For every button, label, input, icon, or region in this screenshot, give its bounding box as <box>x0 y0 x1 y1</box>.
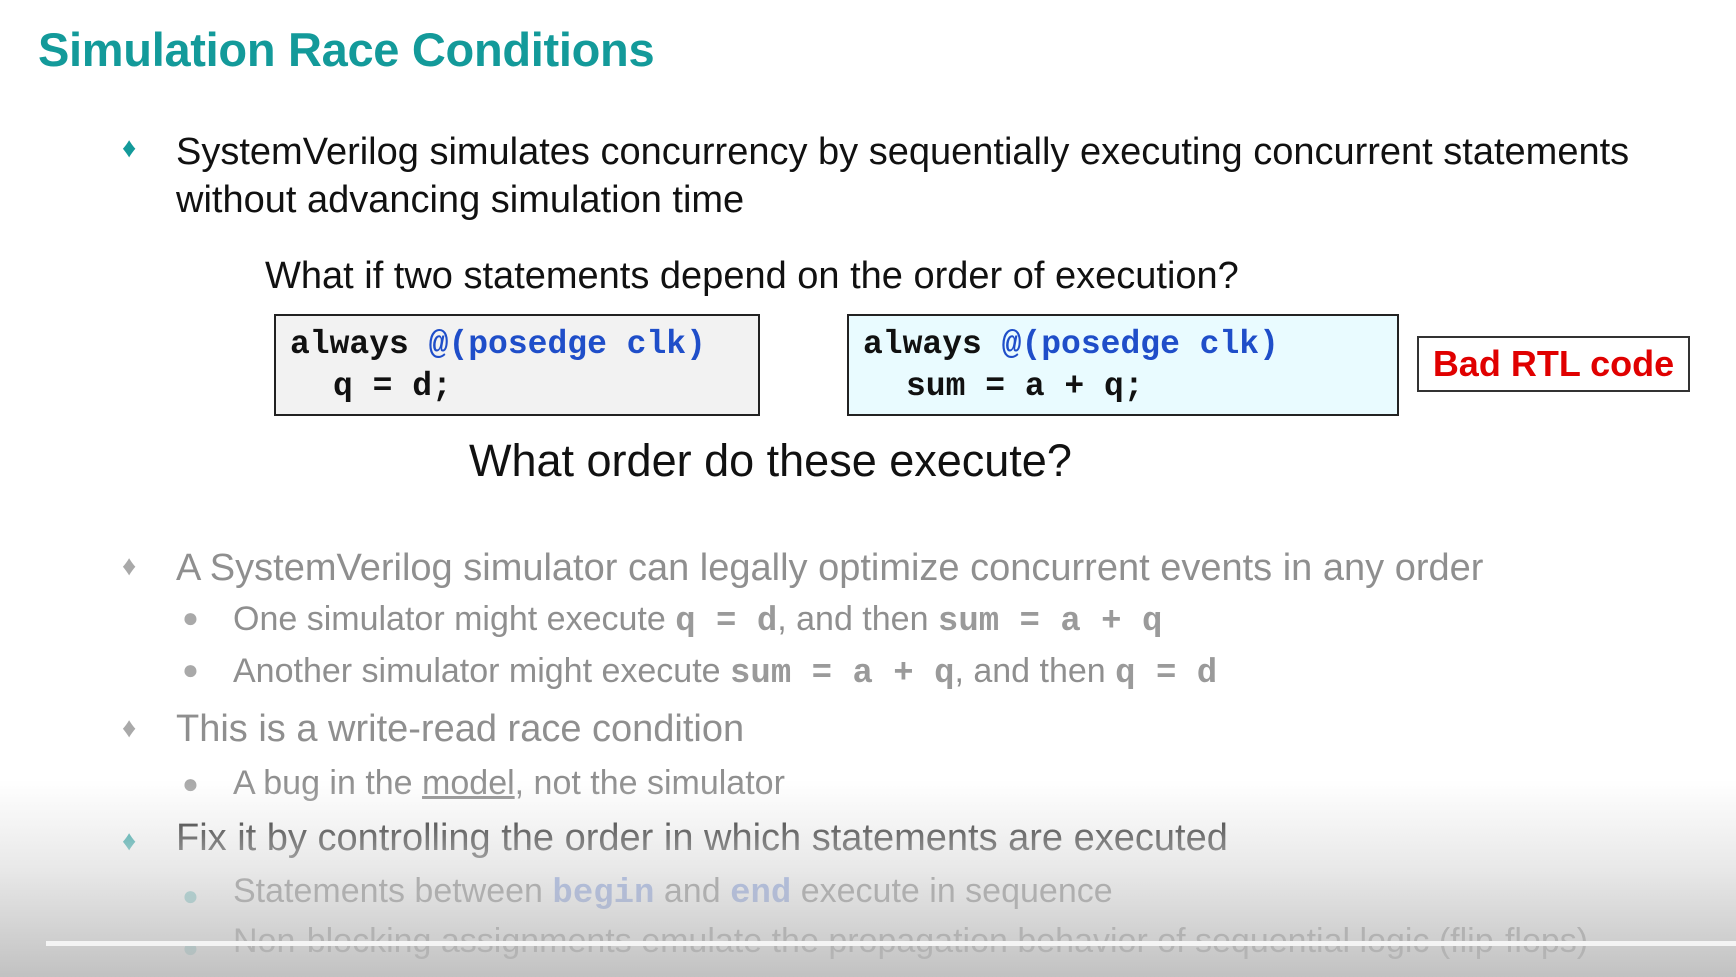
code-keyword: always <box>863 326 982 363</box>
code-statement: q = d; <box>333 368 452 405</box>
sub-text: Statements between <box>233 872 553 910</box>
code-statement: sum = a + q; <box>906 368 1144 405</box>
bullet-3-text: This is a write-read race condition <box>176 708 745 750</box>
sub-bullet-dot-icon: ● <box>182 932 199 963</box>
bullet-2-sub-1: One simulator might execute q = d, and t… <box>233 600 1162 641</box>
sub-text: , and then <box>954 652 1116 690</box>
execution-order-question: What order do these execute? <box>469 435 1072 486</box>
sub-bullet-dot-icon: ● <box>182 602 199 633</box>
sub-text: One simulator might execute <box>233 600 676 638</box>
diamond-bullet-icon: ♦ <box>122 132 137 163</box>
inline-code: q = d <box>675 603 778 641</box>
sub-text: , not the simulator <box>514 764 785 802</box>
bullet-1-line-1: SystemVerilog simulates concurrency by s… <box>176 131 1630 173</box>
bullet-2-sub-2: Another simulator might execute sum = a … <box>233 652 1217 693</box>
code-block-right: always @(posedge clk) sum = a + q; <box>847 314 1399 416</box>
sub-text: and <box>654 872 731 910</box>
code-event: @(posedge clk) <box>1001 326 1279 363</box>
sub-bullet-dot-icon: ● <box>182 880 199 911</box>
bullet-3-sub-1: A bug in the model, not the simulator <box>233 764 785 803</box>
video-progress-bar[interactable] <box>46 941 1736 946</box>
sub-text: execute in sequence <box>791 872 1113 910</box>
sub-text: , and then <box>777 600 938 638</box>
sub-bullet-dot-icon: ● <box>182 768 199 799</box>
sub-bullet-dot-icon: ● <box>182 654 199 685</box>
code-block-left: always @(posedge clk) q = d; <box>274 314 760 416</box>
diamond-bullet-icon: ♦ <box>122 825 137 856</box>
inline-code: begin <box>552 875 655 913</box>
diamond-bullet-icon: ♦ <box>122 550 137 581</box>
slide-title: Simulation Race Conditions <box>38 23 655 76</box>
bullet-2-text: A SystemVerilog simulator can legally op… <box>176 547 1484 589</box>
inline-code: sum = a + q <box>937 603 1163 641</box>
slide: Simulation Race Conditions ♦ SystemVeril… <box>0 0 1736 977</box>
inline-code: q = d <box>1115 655 1218 693</box>
bullet-1-line-2: without advancing simulation time <box>176 179 745 221</box>
diamond-bullet-icon: ♦ <box>122 712 137 743</box>
sub-text: Another simulator might execute <box>233 652 731 690</box>
bullet-4-text: Fix it by controlling the order in which… <box>176 817 1228 859</box>
code-keyword: always <box>290 326 409 363</box>
bullet-4-sub-1: Statements between begin and end execute… <box>233 872 1113 913</box>
bad-rtl-badge: Bad RTL code <box>1417 336 1690 392</box>
model-link[interactable]: model <box>422 764 515 802</box>
inline-code: end <box>730 875 792 913</box>
code-event: @(posedge clk) <box>428 326 706 363</box>
sub-text: A bug in the <box>233 764 423 802</box>
order-dependency-question: What if two statements depend on the ord… <box>265 255 1239 297</box>
inline-code: sum = a + q <box>730 655 955 693</box>
